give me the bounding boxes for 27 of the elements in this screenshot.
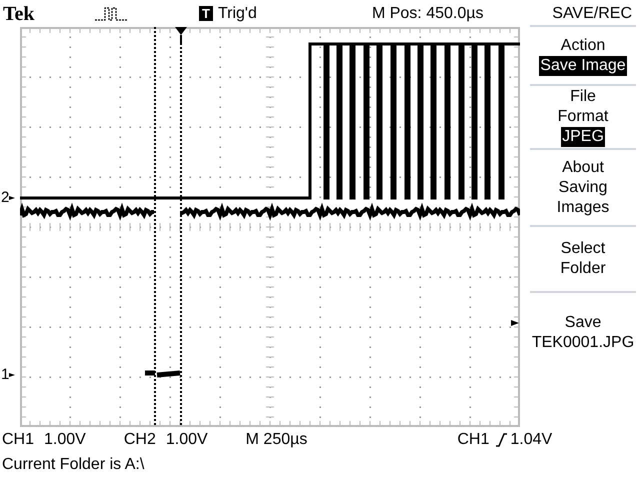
- trigger-level: 1.04V: [510, 432, 552, 448]
- channel-label: CH2: [124, 432, 156, 448]
- brand-logo: Tek: [3, 4, 36, 24]
- menu-title: SAVE/REC: [552, 6, 632, 22]
- marker-arrow-icon: [9, 370, 16, 378]
- channel-marker: 1: [1, 367, 10, 382]
- channel-scale: 1.00V: [166, 432, 208, 448]
- channel-label: CH1: [2, 432, 34, 448]
- trigger-position-icon: [175, 27, 187, 43]
- status-message: Current Folder is A:\: [2, 456, 144, 472]
- menu-button[interactable]: File Format JPEG: [526, 86, 640, 148]
- trigger-level-icon: [511, 320, 519, 326]
- trigger-badge: T: [199, 6, 213, 21]
- menu-button[interactable]: Save TEK0001.JPG: [526, 293, 640, 373]
- channel-scale: 1.00V: [44, 432, 86, 448]
- channel-marker: 2: [1, 190, 10, 205]
- marker-arrow-icon: [9, 194, 16, 202]
- menu-button[interactable]: Action Save Image: [526, 27, 640, 84]
- trigger-source: CH1: [457, 432, 490, 448]
- rising-edge-icon: [495, 432, 508, 446]
- timebase: M 250µs: [246, 432, 308, 448]
- trigger-status: Trig'd: [218, 6, 258, 22]
- horizontal-position: M Pos: 450.0µs: [372, 6, 484, 22]
- menu-button[interactable]: Select Folder: [526, 227, 640, 291]
- menu-button[interactable]: About Saving Images: [526, 150, 640, 225]
- pulse-icon: [95, 6, 127, 20]
- signal-trace: [142, 370, 182, 378]
